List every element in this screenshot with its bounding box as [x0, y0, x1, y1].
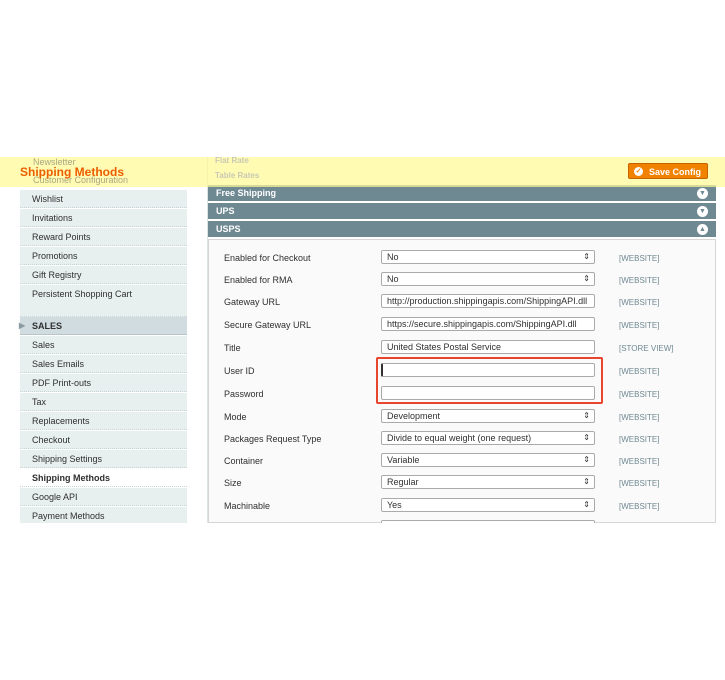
- sidebar-item-replacements[interactable]: Replacements: [20, 412, 187, 430]
- select-arrows-icon: ⇕: [583, 500, 590, 509]
- select-value: No: [387, 252, 399, 262]
- section-label: Free Shipping: [216, 188, 277, 198]
- section-usps[interactable]: USPS ▲: [208, 221, 716, 238]
- sidebar-item-tax[interactable]: Tax: [20, 393, 187, 411]
- sidebar-item-sales[interactable]: Sales: [20, 336, 187, 354]
- select-value: Yes: [387, 500, 402, 510]
- sidebar-item-checkout[interactable]: Checkout: [20, 431, 187, 449]
- admin-frame: Wishlist Invitations Reward Points Promo…: [0, 157, 725, 523]
- scope-label: [WEBSITE]: [619, 479, 660, 488]
- collapse-icon[interactable]: ▲: [697, 224, 708, 235]
- sidebar-item-shipping-methods[interactable]: Shipping Methods: [20, 469, 187, 487]
- sidebar-item-pdf-printouts[interactable]: PDF Print-outs: [20, 374, 187, 392]
- sidebar-item-promotions[interactable]: Promotions: [20, 247, 187, 265]
- packages-request-type-select[interactable]: Divide to equal weight (one request) ⇕: [381, 431, 595, 445]
- scope-label: [WEBSITE]: [619, 502, 660, 511]
- sidebar-item-gift-registry[interactable]: Gift Registry: [20, 266, 187, 284]
- size-select[interactable]: Regular ⇕: [381, 475, 595, 489]
- field-label: Enabled for RMA: [224, 275, 293, 285]
- gateway-url-input[interactable]: http://production.shippingapis.com/Shipp…: [381, 294, 595, 308]
- config-main: Free Shipping ▼ UPS ▼ USPS ▲ Enabled for…: [207, 157, 716, 523]
- scope-label: [WEBSITE]: [619, 298, 660, 307]
- scope-label: [WEBSITE]: [619, 276, 660, 285]
- sidebar-item-payment-methods[interactable]: Payment Methods: [20, 507, 187, 523]
- select-arrows-icon: ⇕: [583, 477, 590, 486]
- secure-gateway-url-input[interactable]: https://secure.shippingapis.com/Shipping…: [381, 317, 595, 331]
- sidebar-section-label: SALES: [32, 321, 63, 331]
- sidebar-item-persistent-shopping-cart[interactable]: Persistent Shopping Cart: [20, 285, 187, 317]
- field-label: Enabled for Checkout: [224, 253, 311, 263]
- save-config-label: Save Config: [649, 167, 702, 177]
- scope-label: [WEBSITE]: [619, 254, 660, 263]
- section-label: USPS: [216, 224, 241, 234]
- check-icon: ✓: [634, 167, 643, 176]
- sidebar-item-reward-points[interactable]: Reward Points: [20, 228, 187, 246]
- field-label: Container: [224, 456, 264, 466]
- select-value: Variable: [387, 455, 420, 465]
- scope-label: [WEBSITE]: [619, 390, 660, 399]
- scope-label: [WEBSITE]: [619, 321, 660, 330]
- mode-select[interactable]: Development ⇕: [381, 409, 595, 423]
- select-arrows-icon: ⇕: [583, 274, 590, 283]
- field-label: Title: [224, 343, 241, 353]
- sidebar-item-sales-emails[interactable]: Sales Emails: [20, 355, 187, 373]
- select-value: Regular: [387, 477, 419, 487]
- enabled-for-checkout-select[interactable]: No ⇕: [381, 250, 595, 264]
- next-field-input[interactable]: [381, 520, 595, 523]
- field-label: Mode: [224, 412, 247, 422]
- select-value: No: [387, 274, 399, 284]
- expand-icon[interactable]: ▼: [697, 206, 708, 217]
- select-value: Development: [387, 411, 441, 421]
- select-arrows-icon: ⇕: [583, 433, 590, 442]
- container-select[interactable]: Variable ⇕: [381, 453, 595, 467]
- select-arrows-icon: ⇕: [583, 252, 590, 261]
- select-value: Divide to equal weight (one request): [387, 433, 532, 443]
- scope-label: [WEBSITE]: [619, 457, 660, 466]
- sidebar-item-google-api[interactable]: Google API: [20, 488, 187, 506]
- section-free-shipping[interactable]: Free Shipping ▼: [208, 185, 716, 202]
- enabled-for-rma-select[interactable]: No ⇕: [381, 272, 595, 286]
- title-input[interactable]: United States Postal Service: [381, 340, 595, 354]
- field-label: User ID: [224, 366, 255, 376]
- section-label: UPS: [216, 206, 235, 216]
- field-label: Secure Gateway URL: [224, 320, 312, 330]
- save-config-button[interactable]: ✓ Save Config: [628, 163, 708, 179]
- scope-label: [WEBSITE]: [619, 413, 660, 422]
- sidebar-section-sales[interactable]: ▶ SALES: [19, 317, 187, 335]
- field-label: Packages Request Type: [224, 434, 322, 444]
- scope-label: [WEBSITE]: [619, 435, 660, 444]
- sidebar-item-wishlist[interactable]: Wishlist: [20, 190, 187, 208]
- field-label: Gateway URL: [224, 297, 281, 307]
- ghost-section-label: Flat Rate: [215, 156, 249, 165]
- select-arrows-icon: ⇕: [583, 455, 590, 464]
- select-arrows-icon: ⇕: [583, 411, 590, 420]
- page-title: Shipping Methods: [20, 165, 124, 179]
- field-label: Size: [224, 478, 242, 488]
- section-ups[interactable]: UPS ▼: [208, 203, 716, 220]
- highlight-box: [376, 357, 603, 404]
- page-header: Newsletter Customer Configuration Shippi…: [0, 156, 725, 187]
- field-label: Machinable: [224, 501, 271, 511]
- ghost-section-label: Table Rates: [215, 171, 260, 180]
- field-label: Password: [224, 389, 264, 399]
- triangle-right-icon: ▶: [19, 321, 26, 330]
- scope-label: [WEBSITE]: [619, 367, 660, 376]
- scope-label: [STORE VIEW]: [619, 344, 674, 353]
- sidebar-item-invitations[interactable]: Invitations: [20, 209, 187, 227]
- machinable-select[interactable]: Yes ⇕: [381, 498, 595, 512]
- expand-icon[interactable]: ▼: [697, 188, 708, 199]
- config-sidebar: Wishlist Invitations Reward Points Promo…: [19, 157, 187, 523]
- sidebar-item-shipping-settings[interactable]: Shipping Settings: [20, 450, 187, 468]
